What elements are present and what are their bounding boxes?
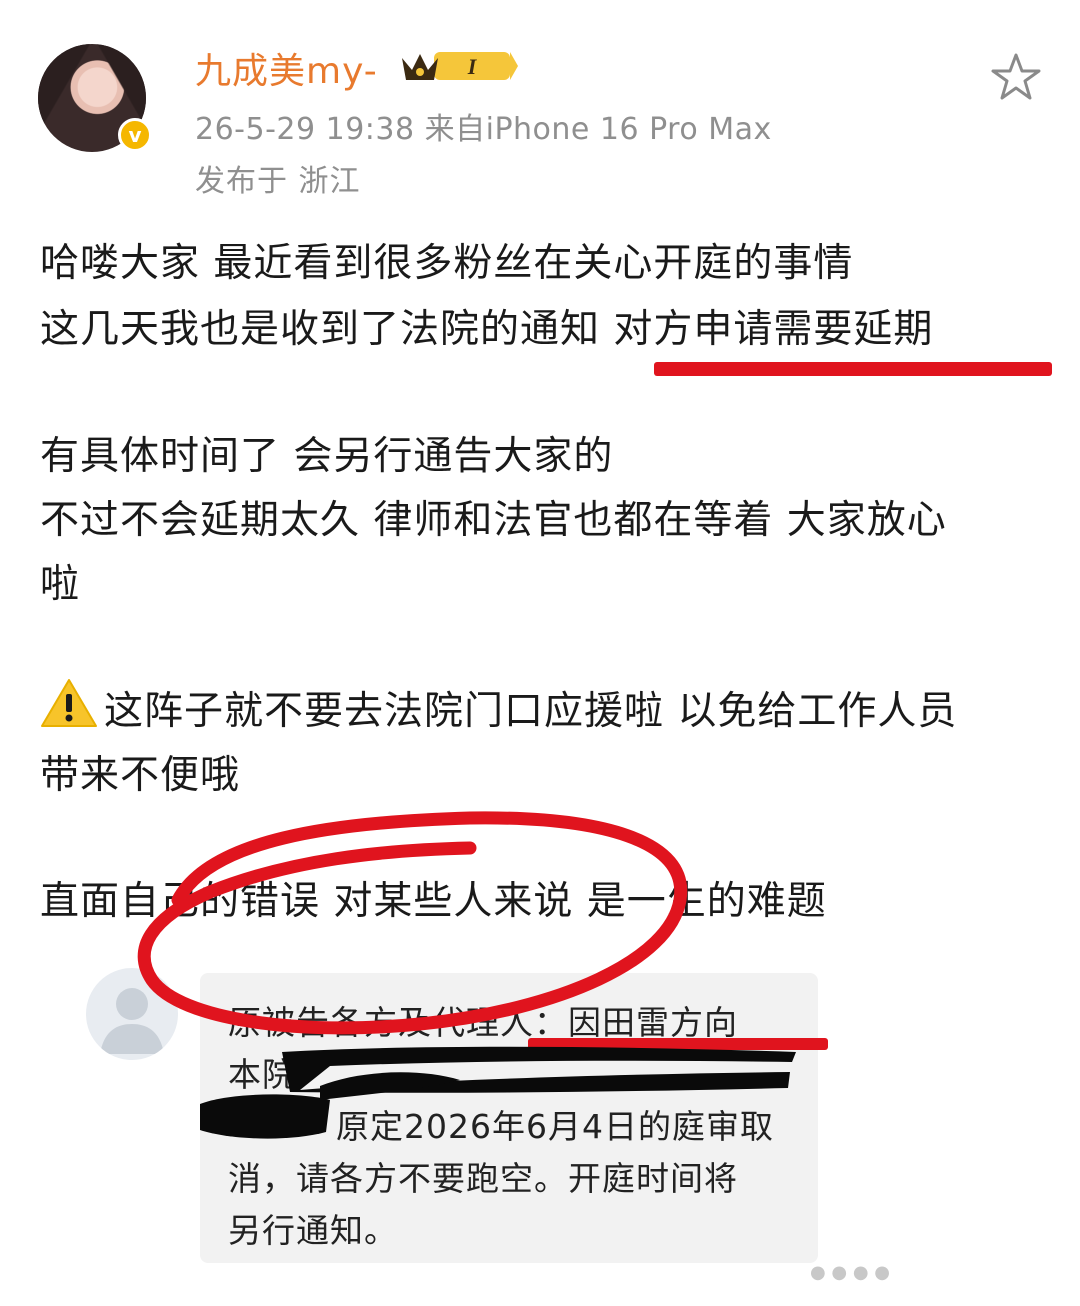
notice-line: 消，请各方不要跑空。开庭时间将	[228, 1159, 738, 1198]
level-badge-text: I	[467, 54, 478, 79]
post-location: 发布于 浙江	[195, 164, 361, 199]
default-avatar-icon[interactable]	[86, 968, 178, 1060]
watermark: ● ● ● ●	[810, 1262, 890, 1283]
notice-line: 原定2026年6月4日的庭审取	[336, 1107, 774, 1146]
post-text-line: 这阵子就不要去法院门口应援啦 以免给工作人员	[104, 689, 958, 734]
post-text-line: 直面自己的错误 对某些人来说 是一生的难题	[40, 879, 827, 924]
warning-icon	[41, 679, 97, 727]
star-outline-icon[interactable]	[990, 52, 1042, 102]
post-text-line: 哈喽大家 最近看到很多粉丝在关心开庭的事情	[40, 241, 854, 286]
notice-line: 本院	[228, 1055, 296, 1094]
crown-level-icon[interactable]: I	[398, 46, 518, 84]
red-underline-annotation	[654, 362, 1052, 376]
notice-line: 另行通知。	[228, 1211, 398, 1250]
username[interactable]: 九成美my-	[195, 42, 378, 94]
post-text-line: 带来不便哦	[40, 753, 241, 798]
verified-badge-icon: v	[118, 118, 152, 152]
post-text-line: 这几天我也是收到了法院的通知 对方申请需要延期	[40, 307, 934, 352]
notice-line: 原被告各方及代理人：因田雷方向	[228, 1003, 738, 1042]
post-timestamp-source: 26-5-29 19:38 来自iPhone 16 Pro Max	[195, 112, 772, 147]
post-text-line: 有具体时间了 会另行通告大家的	[40, 434, 614, 479]
post-text-line: 啦	[40, 562, 81, 607]
red-underline-annotation	[528, 1038, 828, 1050]
post-text-line: 不过不会延期太久 律师和法官也都在等着 大家放心	[40, 498, 947, 543]
